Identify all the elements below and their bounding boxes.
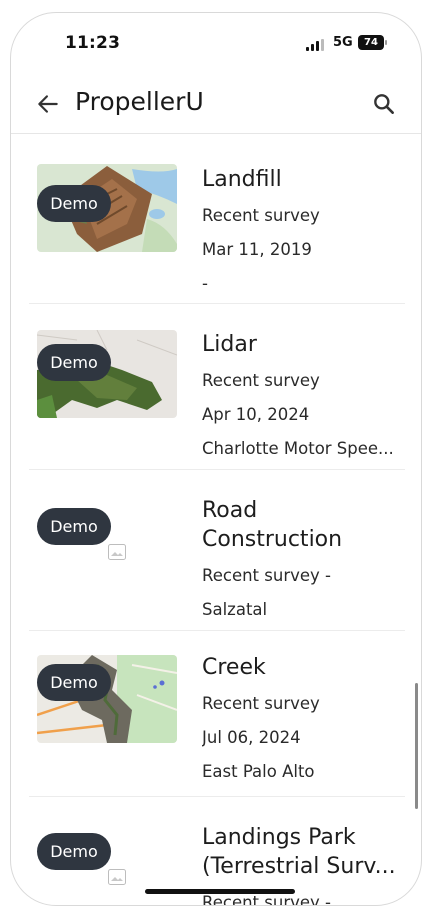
demo-badge: Demo xyxy=(37,344,111,381)
demo-badge: Demo xyxy=(37,664,111,701)
signal-icon xyxy=(306,39,328,51)
project-date: Jul 06, 2024 xyxy=(202,728,301,747)
project-name: Landings Park xyxy=(202,825,356,850)
demo-badge: Demo xyxy=(37,185,111,222)
project-name-line2: Construction xyxy=(202,527,343,552)
project-item-lidar[interactable]: Demo Lidar Recent survey Apr 10, 2024 Ch… xyxy=(29,304,405,470)
project-subtitle: Recent survey xyxy=(202,206,320,225)
network-label: 5G xyxy=(333,35,353,50)
image-placeholder-icon xyxy=(108,869,126,885)
project-name: Road xyxy=(202,498,258,523)
status-bar: 11:23 5G 74 xyxy=(11,13,421,73)
image-placeholder-icon xyxy=(108,544,126,560)
project-location: East Palo Alto xyxy=(202,762,315,781)
project-name: Lidar xyxy=(202,332,257,357)
project-name: Creek xyxy=(202,655,266,680)
project-name: Landfill xyxy=(202,167,282,192)
project-list: Demo Landfill Recent survey Mar 11, 2019… xyxy=(11,134,421,905)
search-icon[interactable] xyxy=(371,91,397,117)
page-title: PropellerU xyxy=(75,87,204,116)
scrollbar[interactable] xyxy=(415,683,418,809)
project-date: Apr 10, 2024 xyxy=(202,405,310,424)
project-item-landfill[interactable]: Demo Landfill Recent survey Mar 11, 2019… xyxy=(29,134,405,304)
battery-icon: 74 xyxy=(358,35,387,50)
project-name-line2: (Terrestrial Surv... xyxy=(202,854,396,879)
home-indicator xyxy=(145,889,295,894)
project-item-creek[interactable]: Demo Creek Recent survey Jul 06, 2024 Ea… xyxy=(29,631,405,797)
project-location: - xyxy=(202,274,208,293)
status-time: 11:23 xyxy=(65,33,121,53)
arrow-left-icon[interactable] xyxy=(35,91,61,117)
app-bar: PropellerU xyxy=(11,73,421,134)
project-subtitle: Recent survey xyxy=(202,371,320,390)
battery-level: 74 xyxy=(364,37,378,48)
project-subtitle: Recent survey - xyxy=(202,566,331,585)
project-date: Mar 11, 2019 xyxy=(202,240,312,259)
project-item-road-construction[interactable]: Demo Road Construction Recent survey - S… xyxy=(29,470,405,631)
project-subtitle: Recent survey xyxy=(202,694,320,713)
project-subtitle: Recent survey - xyxy=(202,893,331,905)
project-location: Charlotte Motor Spee... xyxy=(202,439,394,458)
demo-badge: Demo xyxy=(37,833,111,870)
demo-badge: Demo xyxy=(37,508,111,545)
project-location: Salzatal xyxy=(202,600,268,619)
phone-frame: 11:23 5G 74 PropellerU Demo Landfill Rec… xyxy=(10,12,422,906)
